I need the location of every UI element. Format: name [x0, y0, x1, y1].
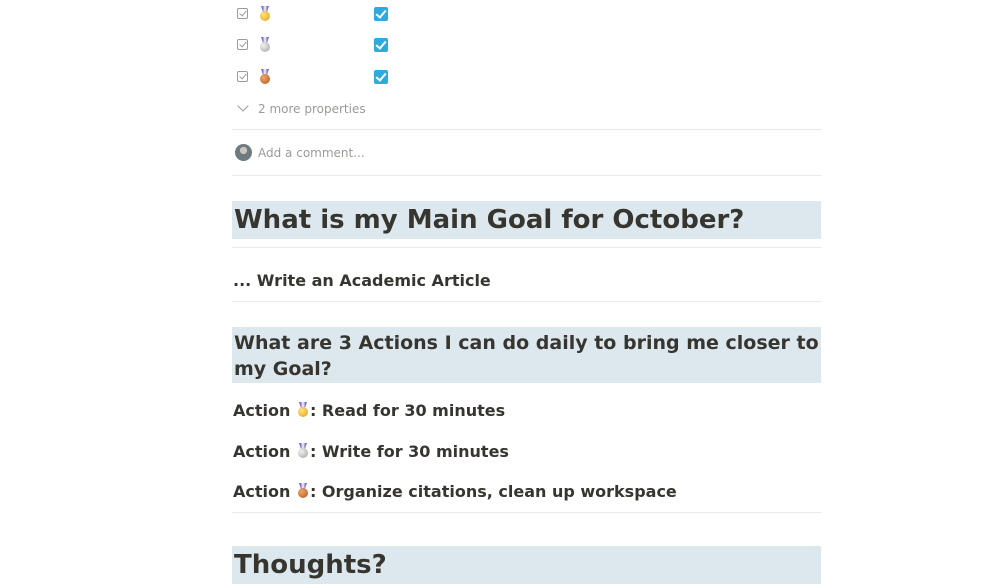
comment-placeholder: Add a comment...: [258, 146, 365, 160]
heading-actions[interactable]: What are 3 Actions I can do daily to bri…: [232, 327, 821, 383]
divider: [232, 129, 821, 130]
heading-main-goal[interactable]: What is my Main Goal for October?: [232, 201, 821, 239]
chevron-down-icon: [237, 100, 249, 112]
silver-checkbox[interactable]: [374, 38, 388, 52]
bronze-medal-icon: [297, 483, 309, 498]
property-row-gold[interactable]: [232, 1, 532, 29]
action-item-2[interactable]: Action : Write for 30 minutes: [233, 442, 509, 461]
gold-medal-icon: [259, 6, 271, 21]
divider: [232, 175, 821, 176]
action-text: : Write for 30 minutes: [309, 442, 509, 461]
heading-thoughts[interactable]: Thoughts?: [232, 546, 821, 584]
more-properties-label: 2 more properties: [258, 102, 366, 116]
checkbox-property-icon: [237, 39, 248, 50]
silver-medal-icon: [297, 443, 309, 458]
action-text: : Read for 30 minutes: [309, 401, 506, 420]
action-prefix: Action: [233, 482, 296, 501]
bronze-checkbox[interactable]: [374, 70, 388, 84]
gold-checkbox[interactable]: [374, 7, 388, 21]
action-text: : Organize citations, clean up workspace: [309, 482, 677, 501]
bronze-medal-icon: [259, 69, 271, 84]
silver-medal-icon: [259, 37, 271, 52]
divider: [232, 512, 821, 513]
property-row-bronze[interactable]: [232, 64, 532, 92]
avatar: [235, 144, 252, 161]
property-row-silver[interactable]: [232, 32, 532, 60]
divider: [232, 301, 821, 302]
action-prefix: Action: [233, 401, 296, 420]
divider: [232, 247, 821, 248]
main-goal-text[interactable]: ... Write an Academic Article: [233, 271, 491, 290]
action-item-3[interactable]: Action : Organize citations, clean up wo…: [233, 482, 677, 501]
comment-input[interactable]: Add a comment...: [232, 141, 821, 167]
checkbox-property-icon: [237, 71, 248, 82]
gold-medal-icon: [297, 402, 309, 417]
action-item-1[interactable]: Action : Read for 30 minutes: [233, 401, 505, 420]
checkbox-property-icon: [237, 8, 248, 19]
action-prefix: Action: [233, 442, 296, 461]
